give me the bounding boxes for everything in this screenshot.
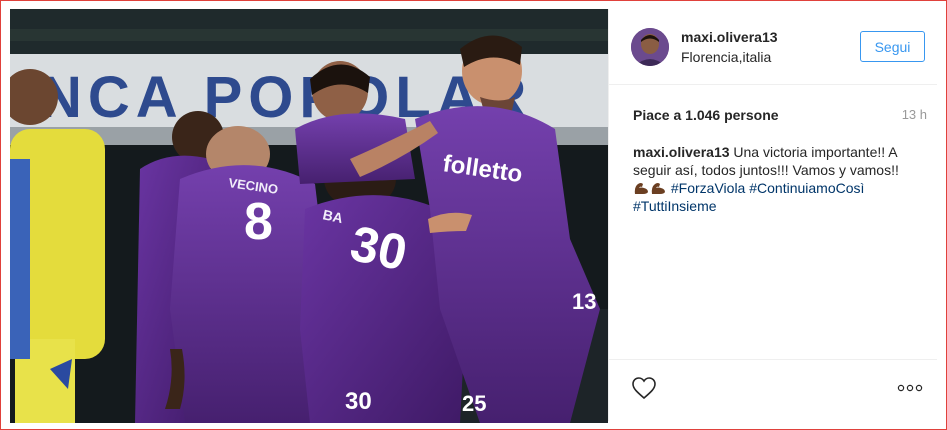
post-side-panel: maxi.olivera13 Florencia,italia Segui Pi… — [608, 9, 937, 421]
likes-count[interactable]: Piace a 1.046 persone — [633, 107, 779, 123]
hashtag-tuttiinsieme[interactable]: #TuttiInsieme — [633, 198, 717, 214]
shorts-number-25: 25 — [462, 391, 486, 416]
username-link[interactable]: maxi.olivera13 — [681, 29, 778, 45]
location-link[interactable]: Florencia,italia — [681, 49, 771, 65]
post-photo[interactable]: NCA POPOLAR VECINO 8 BA 30 30 folletto 1… — [10, 9, 608, 423]
instagram-post-frame: NCA POPOLAR VECINO 8 BA 30 30 folletto 1… — [0, 0, 947, 430]
jersey-number-13: 13 — [572, 289, 596, 314]
shorts-number-30: 30 — [345, 388, 372, 415]
post-header: maxi.olivera13 Florencia,italia Segui — [609, 9, 937, 85]
caption-username[interactable]: maxi.olivera13 — [633, 144, 730, 160]
hashtag-continuiamocosi[interactable]: #ContinuiamoCosì — [749, 180, 864, 196]
avatar[interactable] — [631, 28, 669, 66]
heart-icon[interactable] — [631, 376, 657, 400]
more-options-icon[interactable] — [897, 384, 923, 392]
jersey-number-30: 30 — [346, 215, 412, 281]
hashtag-forzaviola[interactable]: #ForzaViola — [671, 180, 745, 196]
flexed-biceps-emoji — [651, 183, 665, 194]
celebration-photo: NCA POPOLAR VECINO 8 BA 30 30 folletto 1… — [10, 9, 608, 423]
flexed-biceps-emoji — [634, 183, 648, 194]
avatar-image — [631, 28, 669, 66]
likes-row: Piace a 1.046 persone 13 h — [633, 107, 927, 127]
post-actions — [609, 359, 937, 421]
follow-button[interactable]: Segui — [860, 31, 925, 62]
post-timestamp[interactable]: 13 h — [902, 107, 927, 122]
jersey-number-8: 8 — [244, 193, 273, 251]
post-caption: maxi.olivera13 Una victoria importante!!… — [633, 143, 915, 215]
